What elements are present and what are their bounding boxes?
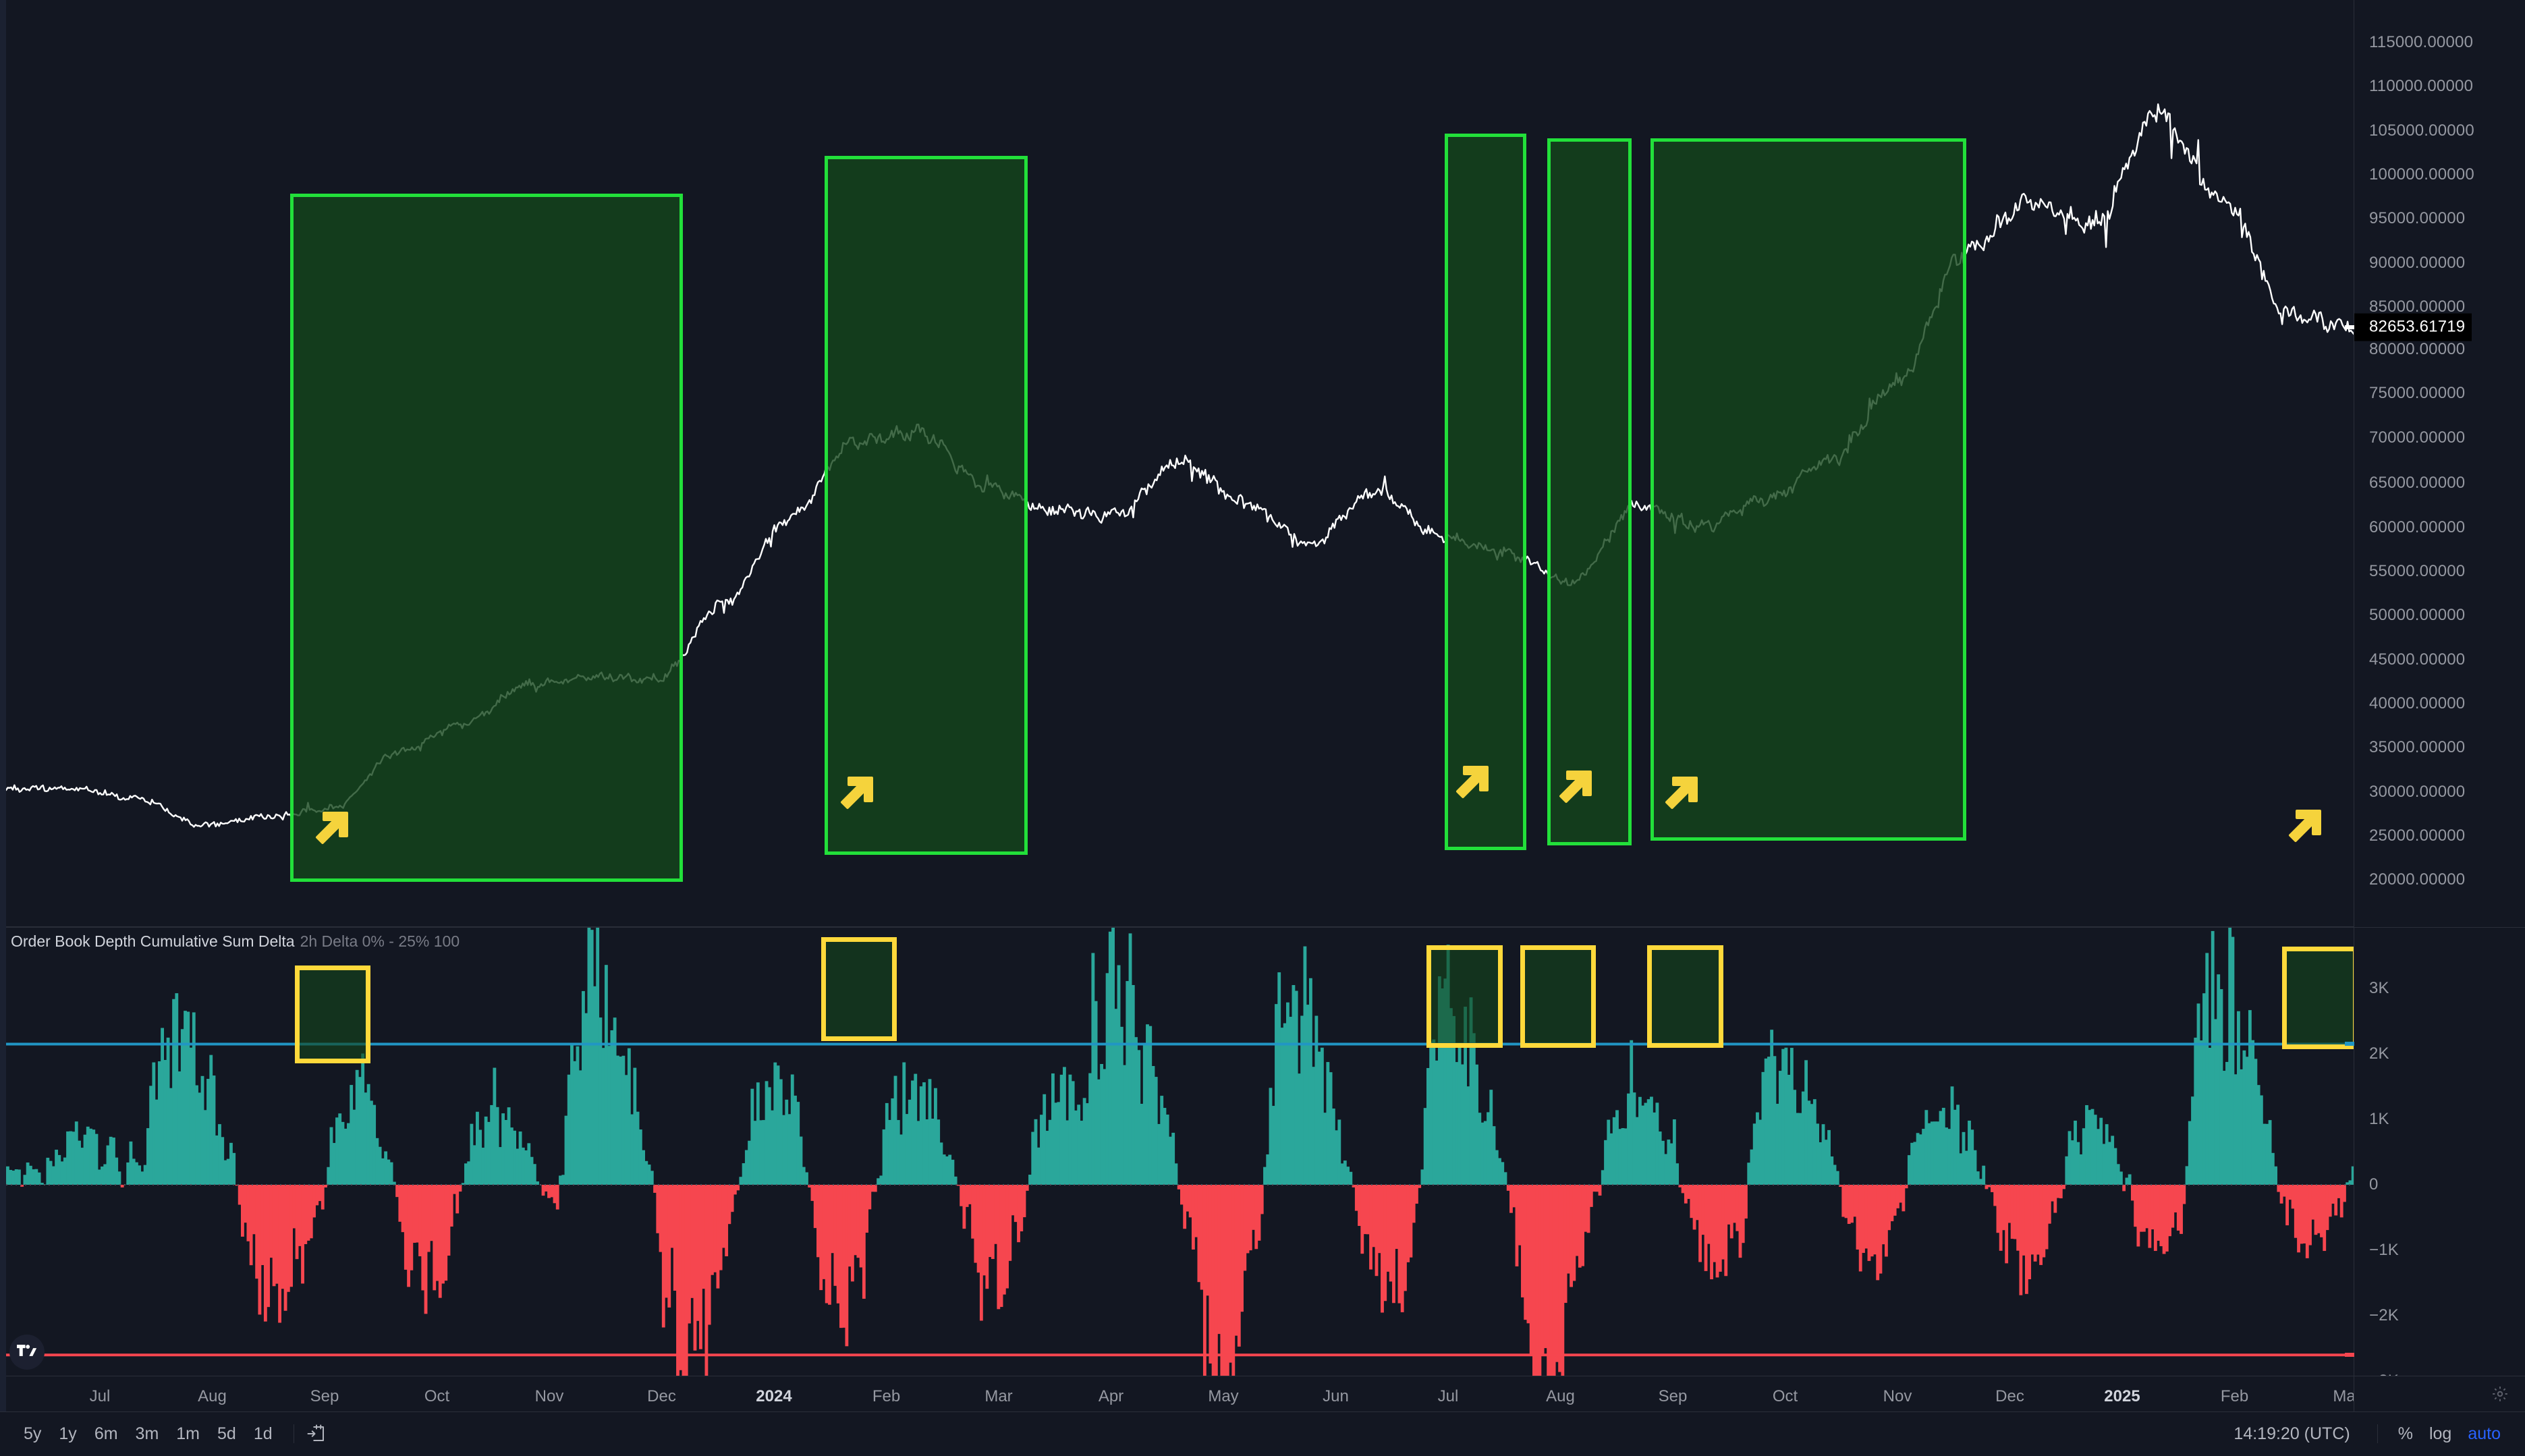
indicator-name: Order Book Depth Cumulative Sum Delta	[11, 932, 295, 950]
arrow-6-icon	[2282, 804, 2325, 847]
range-button-1d[interactable]: 1d	[245, 1420, 281, 1448]
time-tick: Dec	[1995, 1387, 2024, 1406]
tradingview-logo[interactable]	[9, 1335, 45, 1370]
negative-threshold-marker	[2345, 1353, 2354, 1357]
time-tick: Feb	[2221, 1387, 2248, 1406]
arrow-5-icon	[1659, 771, 1702, 814]
price-tick: 35000.00000	[2369, 738, 2465, 757]
price-tick: 115000.00000	[2369, 33, 2473, 52]
arrow-3-icon	[1449, 760, 1493, 804]
price-tick: 75000.00000	[2369, 384, 2465, 403]
go-to-date-icon[interactable]	[306, 1424, 327, 1444]
time-tick: Oct	[424, 1387, 449, 1406]
current-price-marker	[2345, 325, 2354, 329]
price-tick: 30000.00000	[2369, 783, 2465, 802]
price-scale[interactable]: 115000.00000 110000.00000 105000.00000 1000…	[2354, 0, 2525, 926]
indicator-tick: 1K	[2369, 1110, 2389, 1129]
indicator-params: 2h Delta 0% - 25% 100	[300, 932, 460, 950]
time-tick: Sep	[310, 1387, 339, 1406]
time-tick: 2024	[756, 1387, 792, 1406]
indicator-tick: 3K	[2369, 979, 2389, 998]
delta-box-3[interactable]	[1426, 945, 1502, 1048]
price-tick: 55000.00000	[2369, 562, 2465, 581]
price-tick: 20000.00000	[2369, 870, 2465, 889]
price-tick: 65000.00000	[2369, 474, 2465, 493]
indicator-title[interactable]: Order Book Depth Cumulative Sum Delta 2h …	[11, 932, 460, 951]
time-tick: Mar	[984, 1387, 1012, 1406]
price-chart-pane[interactable]	[6, 0, 2354, 926]
time-tick: Aug	[198, 1387, 227, 1406]
time-tick: Nov	[535, 1387, 564, 1406]
percent-toggle[interactable]: %	[2390, 1420, 2421, 1448]
indicator-pane[interactable]	[6, 927, 2354, 1376]
box-3-accumulation[interactable]	[1445, 134, 1527, 850]
range-buttons: 5y1y6m3m1m5d1d	[0, 1420, 327, 1448]
range-button-1y[interactable]: 1y	[50, 1420, 85, 1448]
time-tick: Feb	[872, 1387, 900, 1406]
range-button-5d[interactable]: 5d	[209, 1420, 245, 1448]
price-tick: 105000.00000	[2369, 121, 2474, 140]
indicator-tick: 0	[2369, 1175, 2379, 1194]
box-2-accumulation[interactable]	[825, 156, 1028, 855]
price-tick: 100000.00000	[2369, 165, 2474, 184]
box-1-accumulation[interactable]	[290, 194, 683, 882]
indicator-tick: −1K	[2369, 1241, 2399, 1260]
delta-box-6[interactable]	[2282, 947, 2354, 1049]
time-tick: Jun	[1323, 1387, 1349, 1406]
delta-box-1[interactable]	[295, 965, 370, 1063]
delta-box-5[interactable]	[1647, 945, 1723, 1048]
auto-toggle[interactable]: auto	[2460, 1420, 2509, 1448]
price-tick: 45000.00000	[2369, 650, 2465, 669]
delta-box-2[interactable]	[821, 937, 897, 1041]
price-tick: 90000.00000	[2369, 254, 2465, 273]
tradingview-logo-icon	[17, 1345, 37, 1360]
time-tick: Dec	[647, 1387, 676, 1406]
box-4-accumulation[interactable]	[1547, 138, 1631, 845]
arrow-1-icon	[309, 806, 352, 849]
log-toggle[interactable]: log	[2421, 1420, 2460, 1448]
indicator-scale[interactable]: 3K2K1K0−1K−2K−3K−4K	[2354, 927, 2525, 1376]
time-tick: 2025	[2104, 1387, 2140, 1406]
tradingview-chart-app: Bitcoin / U.S. Dollar (Spot) · 4h · COIN…	[0, 0, 2525, 1455]
arrow-4-icon	[1553, 765, 1596, 808]
price-tick: 40000.00000	[2369, 694, 2465, 713]
time-tick: Sep	[1659, 1387, 1688, 1406]
time-tick: Jul	[1438, 1387, 1459, 1406]
clock-label[interactable]: 14:19:20 (UTC)	[2233, 1424, 2350, 1444]
range-button-1m[interactable]: 1m	[167, 1420, 209, 1448]
price-tick: 110000.00000	[2369, 77, 2473, 96]
time-tick: Jul	[90, 1387, 111, 1406]
box-5-accumulation[interactable]	[1650, 138, 1966, 841]
range-button-5y[interactable]: 5y	[15, 1420, 50, 1448]
bottom-toolbar-right: 14:19:20 (UTC) % log auto	[2233, 1420, 2525, 1448]
time-tick: Nov	[1883, 1387, 1912, 1406]
gear-icon[interactable]	[2491, 1385, 2509, 1403]
price-tick: 50000.00000	[2369, 606, 2465, 625]
price-tick: 80000.00000	[2369, 340, 2465, 359]
price-tick: 70000.00000	[2369, 428, 2465, 447]
positive-threshold-marker	[2345, 1042, 2354, 1046]
delta-box-4[interactable]	[1520, 945, 1596, 1048]
time-tick: Apr	[1099, 1387, 1123, 1406]
current-price-tag[interactable]: 82653.61719	[2354, 313, 2472, 341]
indicator-tick: 2K	[2369, 1044, 2389, 1063]
time-tick: May	[1208, 1387, 1238, 1406]
price-tick: 95000.00000	[2369, 209, 2465, 228]
time-scale-corner	[2354, 1376, 2525, 1411]
price-tick: 60000.00000	[2369, 518, 2465, 537]
time-tick: Aug	[1546, 1387, 1575, 1406]
range-button-6m[interactable]: 6m	[86, 1420, 127, 1448]
time-tick: Oct	[1773, 1387, 1798, 1406]
indicator-tick: −2K	[2369, 1306, 2399, 1325]
toolbar-divider-2	[2377, 1424, 2378, 1443]
time-scale[interactable]: Jul Aug Sep Oct Nov Dec 2024 Feb Mar Apr May Jun Jul…	[6, 1376, 2354, 1411]
price-tick: 25000.00000	[2369, 827, 2465, 845]
bottom-toolbar: 5y1y6m3m1m5d1d 14:19:20 (UTC) % log auto	[0, 1411, 2525, 1455]
range-button-3m[interactable]: 3m	[127, 1420, 168, 1448]
arrow-2-icon	[834, 771, 877, 814]
